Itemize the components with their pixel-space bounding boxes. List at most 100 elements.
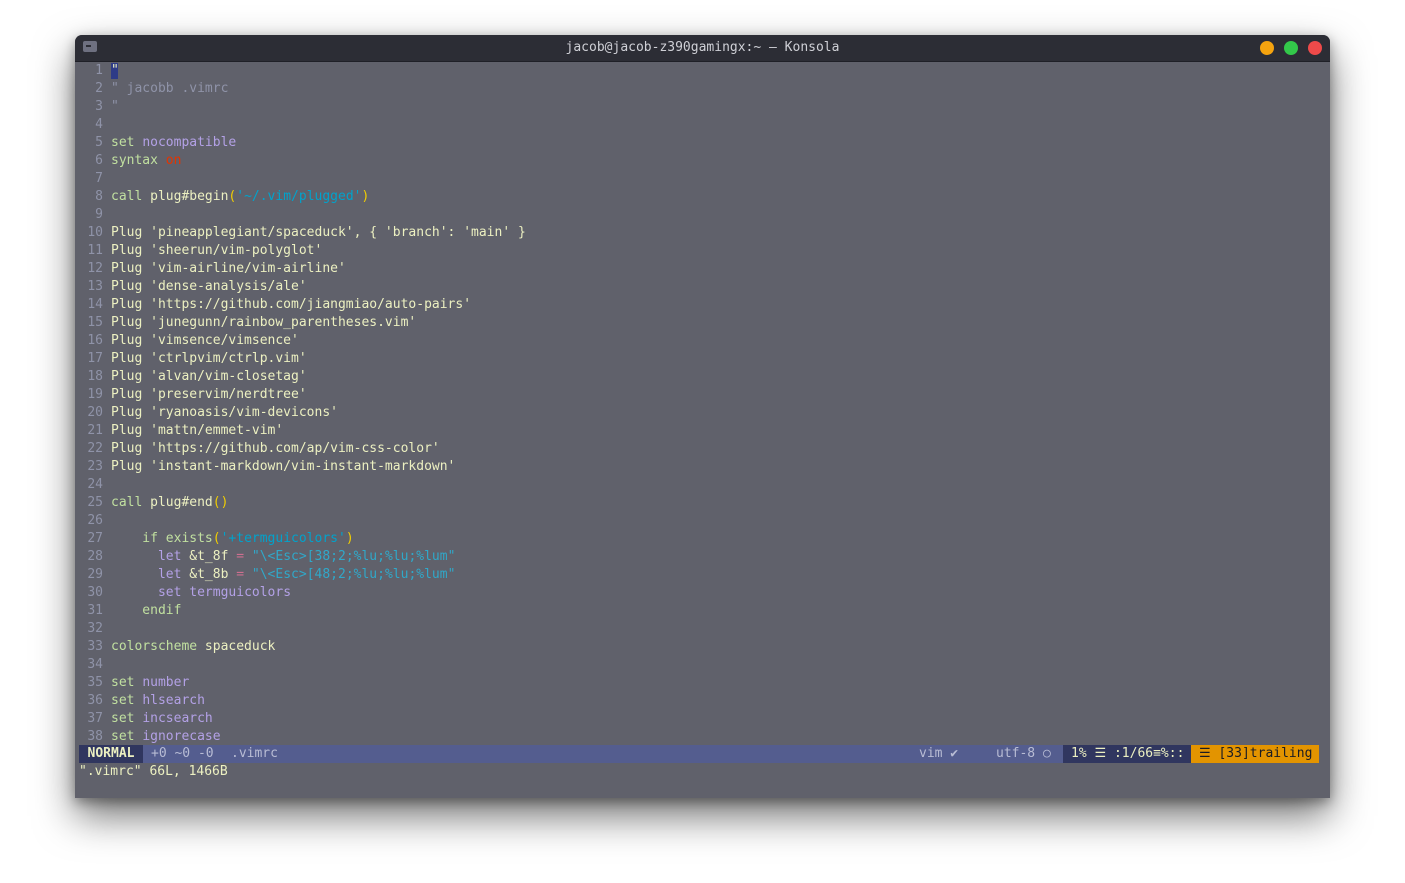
close-button[interactable] (1308, 41, 1322, 55)
code-token: &t_8b (189, 567, 229, 582)
line-text: Plug 'sheerun/vim-polyglot' (111, 242, 322, 260)
line-text: " jacobb .vimrc (111, 80, 228, 98)
line-text: Plug 'alvan/vim-closetag' (111, 368, 307, 386)
line-text: set incsearch (111, 710, 213, 728)
line-number: 13 (87, 279, 103, 294)
line-text: colorscheme spaceduck (111, 638, 275, 656)
line-text: " (111, 62, 119, 80)
line-number: 6 (95, 153, 103, 168)
minimize-button[interactable] (1260, 41, 1274, 55)
line-number: 19 (87, 387, 103, 402)
vim-command-line[interactable]: ".vimrc" 66L, 1466B (79, 763, 228, 781)
line-number: 25 (87, 495, 103, 510)
line-number: 7 (95, 171, 103, 186)
line-text: Plug 'https://github.com/jiangmiao/auto-… (111, 296, 471, 314)
line-text: Plug 'preservim/nerdtree' (111, 386, 307, 404)
code-token: set (111, 693, 143, 708)
code-token: call (111, 495, 151, 510)
code-token: () (212, 495, 229, 510)
code-token: on (165, 153, 182, 168)
line-number: 8 (95, 189, 103, 204)
code-token: = (228, 549, 252, 564)
code-token: Plug 'ryanoasis/vim-devicons' (111, 405, 338, 420)
code-token: " (111, 99, 119, 114)
line-number: 5 (95, 135, 103, 150)
status-cursor-position: 1% ☰ :1/66≡%:: (1063, 745, 1191, 763)
line-number: 14 (87, 297, 103, 312)
code-token: ) (361, 189, 370, 204)
line-number: 9 (95, 207, 103, 222)
code-token: endif (111, 603, 182, 618)
line-text: set termguicolors (111, 584, 291, 602)
line-number: 23 (87, 459, 103, 474)
code-token: Plug 'instant-markdown/vim-instant-markd… (111, 459, 456, 474)
code-token: Plug 'vim-airline/vim-airline' (111, 261, 346, 276)
code-token: let (111, 567, 190, 582)
line-number: 24 (87, 477, 103, 492)
code-token: Plug 'sheerun/vim-polyglot' (111, 243, 323, 258)
code-token: set (111, 585, 190, 600)
line-text: Plug 'https://github.com/ap/vim-css-colo… (111, 440, 440, 458)
git-diff-summary: +0 ~0 -0 (151, 746, 214, 761)
line-number: 26 (87, 513, 103, 528)
line-number: 32 (87, 621, 103, 636)
line-text: Plug 'ctrlpvim/ctrlp.vim' (111, 350, 307, 368)
code-token: "\<Esc>[38;2;%lu;%lu;%lum" (251, 549, 456, 564)
code-token: if (111, 531, 166, 546)
line-text: set nocompatible (111, 134, 236, 152)
line-number: 10 (87, 225, 103, 240)
code-token: Plug 'preservim/nerdtree' (111, 387, 307, 402)
line-number: 1 (95, 63, 103, 78)
code-token: Plug 'alvan/vim-closetag' (111, 369, 307, 384)
maximize-button[interactable] (1284, 41, 1298, 55)
code-token: spaceduck (204, 639, 276, 654)
line-number: 17 (87, 351, 103, 366)
line-text: Plug 'ryanoasis/vim-devicons' (111, 404, 338, 422)
line-text: Plug 'mattn/emmet-vim' (111, 422, 283, 440)
mode-indicator: NORMAL (79, 745, 143, 763)
line-text: Plug 'pineapplegiant/spaceduck', { 'bran… (111, 224, 526, 242)
line-text: Plug 'instant-markdown/vim-instant-markd… (111, 458, 455, 476)
code-token: termguicolors (189, 585, 292, 600)
line-number: 34 (87, 657, 103, 672)
code-token: set (111, 675, 143, 690)
vim-editor-buffer[interactable]: 1 " 2 " jacobb .vimrc 3 " 4 5 set nocompatible 6 s… (75, 61, 1330, 745)
line-number: 35 (87, 675, 103, 690)
code-token: set (111, 729, 143, 744)
line-text: " (111, 98, 119, 116)
code-token: Plug 'mattn/emmet-vim' (111, 423, 284, 438)
code-token: "\<Esc>[48;2;%lu;%lu;%lum" (251, 567, 456, 582)
code-token: " jacobb .vimrc (111, 81, 229, 96)
code-token: Plug 'dense-analysis/ale' (111, 279, 307, 294)
code-token: '~/.vim/plugged' (236, 189, 362, 204)
code-token: Plug 'ctrlpvim/ctrlp.vim' (111, 351, 307, 366)
code-token: &t_8f (189, 549, 229, 564)
code-token: set (111, 711, 143, 726)
line-text: syntax on (111, 152, 181, 170)
title-bar[interactable]: jacob@jacob-z390gamingx:~ — Konsola (75, 35, 1330, 62)
code-token: exists (165, 531, 213, 546)
line-text: Plug 'vimsence/vimsence' (111, 332, 299, 350)
status-encoding: utf-8 ○ (996, 746, 1051, 761)
line-number: 28 (87, 549, 103, 564)
code-token: hlsearch (142, 693, 205, 708)
text-cursor: " (111, 62, 119, 79)
code-token: ) (345, 531, 354, 546)
code-token: let (111, 549, 190, 564)
code-token: set (111, 135, 143, 150)
code-token: incsearch (142, 711, 213, 726)
code-token: call (111, 189, 151, 204)
code-token: ( (212, 531, 221, 546)
line-text: endif (111, 602, 181, 620)
line-number: 12 (87, 261, 103, 276)
code-token: plug#end (150, 495, 213, 510)
line-number: 11 (87, 243, 103, 258)
code-token: nocompatible (142, 135, 237, 150)
line-number: 22 (87, 441, 103, 456)
vim-statusline: NORMAL +0 ~0 -0 .vimrc vim ✔ utf-8 ○ 1% … (79, 745, 1319, 763)
line-text: call plug#begin('~/.vim/plugged') (111, 188, 369, 206)
line-number: 16 (87, 333, 103, 348)
status-filetype: vim ✔ (919, 746, 959, 761)
line-number: 36 (87, 693, 103, 708)
code-token: Plug 'junegunn/rainbow_parentheses.vim' (111, 315, 417, 330)
